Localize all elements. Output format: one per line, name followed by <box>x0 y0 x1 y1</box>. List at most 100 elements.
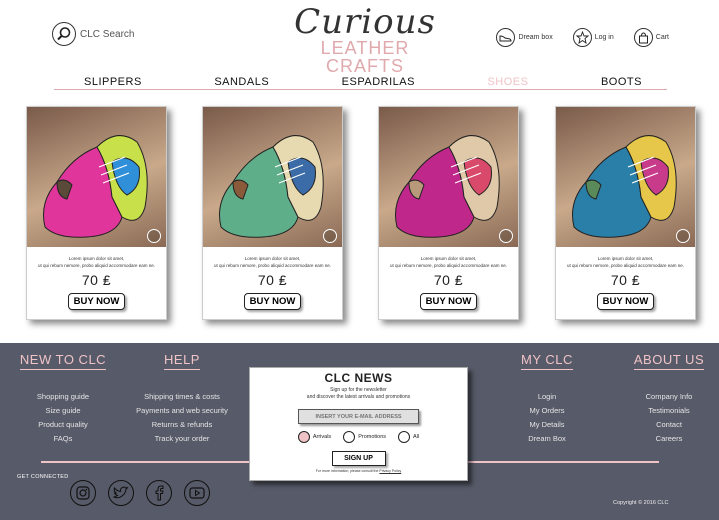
newsletter-options: Arrivals Promotions All <box>250 431 467 443</box>
product-description: Lorem ipsum dolor sit amet, ut qui rebum … <box>379 255 518 269</box>
category-nav: SLIPPERS SANDALS ESPADRILAS SHOES BOOTS <box>54 76 667 90</box>
buy-now-button[interactable]: BUY NOW <box>244 293 301 310</box>
footer-link[interactable]: My Details <box>508 418 586 432</box>
nav-boots[interactable]: BOOTS <box>601 76 642 89</box>
login-button[interactable]: Log in <box>572 28 614 47</box>
footer-links: Shipping times & costs Payments and web … <box>130 390 234 446</box>
cart-button[interactable]: Cart <box>633 28 669 47</box>
nav-slippers[interactable]: SLIPPERS <box>84 76 142 89</box>
star-icon[interactable] <box>572 28 592 47</box>
product-image[interactable] <box>27 107 166 247</box>
option-all[interactable]: All <box>398 431 419 443</box>
footer-link[interactable]: Shopping guide <box>18 390 108 404</box>
privacy-policy-link[interactable]: Privacy Policy <box>379 469 401 473</box>
footer-heading: MY CLC <box>521 352 573 370</box>
footer-link[interactable]: Testimonials <box>628 404 710 418</box>
facebook-icon[interactable] <box>146 480 172 506</box>
footer-link[interactable]: Company Info <box>628 390 710 404</box>
product-image[interactable] <box>203 107 342 247</box>
login-label[interactable]: Log in <box>595 34 614 41</box>
bag-icon[interactable] <box>633 28 653 47</box>
nav-sandals[interactable]: SANDALS <box>214 76 269 89</box>
option-arrivals[interactable]: Arrivals <box>297 431 332 443</box>
shoe-icon[interactable] <box>496 28 516 47</box>
radio-button[interactable] <box>297 431 310 443</box>
search-label[interactable]: CLC Search <box>80 29 134 40</box>
copyright: Copyright © 2016 CLC <box>613 500 669 506</box>
nav-shoes[interactable]: SHOES <box>487 76 528 89</box>
youtube-icon[interactable] <box>184 480 210 506</box>
footer-link[interactable]: Login <box>508 390 586 404</box>
twitter-icon[interactable] <box>108 480 134 506</box>
radio-button[interactable] <box>343 431 356 443</box>
footer-link[interactable]: Payments and web security <box>130 404 234 418</box>
newsletter-panel: CLC NEWS Sign up for the newsletter and … <box>249 367 468 481</box>
footer-link[interactable]: Contact <box>628 418 710 432</box>
footer-link[interactable]: Size guide <box>18 404 108 418</box>
buy-now-button[interactable]: BUY NOW <box>68 293 125 310</box>
footer-link[interactable]: FAQs <box>18 432 108 446</box>
option-label: Arrivals <box>312 434 332 440</box>
social-links <box>70 480 210 506</box>
product-card[interactable]: Lorem ipsum dolor sit amet, ut qui rebum … <box>26 106 167 320</box>
logo[interactable]: Curious LEATHER CRAFTS <box>280 2 450 75</box>
option-promotions[interactable]: Promotions <box>343 431 386 443</box>
instagram-icon[interactable] <box>70 480 96 506</box>
product-description: Lorem ipsum dolor sit amet, ut qui rebum … <box>203 255 342 269</box>
footer-help: HELP Shipping times & costs Payments and… <box>130 351 234 446</box>
shoe-illustration <box>395 135 500 238</box>
footer-links: Company Info Testimonials Contact Career… <box>628 390 710 446</box>
footer-heading: ABOUT US <box>633 352 705 370</box>
product-price: 70 ₤ <box>81 272 112 288</box>
user-tools: Dream box Log in Cart <box>496 28 669 47</box>
buy-now-button[interactable]: BUY NOW <box>420 293 477 310</box>
footer-link[interactable]: Shipping times & costs <box>130 390 234 404</box>
newsletter-subtitle-line: and discover the latest arrivals and pro… <box>306 394 411 400</box>
search-icon[interactable] <box>52 22 76 46</box>
footer-link[interactable]: Product quality <box>18 418 108 432</box>
product-image[interactable] <box>556 107 695 247</box>
logo-script: Curious <box>294 2 436 42</box>
desc-line: ut qui rebum nemore, probo aliquid accom… <box>389 263 508 268</box>
privacy-note: For more information, please consult the… <box>250 469 467 473</box>
product-image[interactable] <box>379 107 518 247</box>
dream-box-shoe-icon[interactable] <box>499 229 513 243</box>
footer-link[interactable]: Dream Box <box>508 432 586 446</box>
footer-heading: HELP <box>164 352 200 370</box>
footer-link[interactable]: My Orders <box>508 404 586 418</box>
footer-about-us: ABOUT US Company Info Testimonials Conta… <box>628 351 710 446</box>
dream-box-label[interactable]: Dream box <box>518 34 552 41</box>
footer-links: Login My Orders My Details Dream Box <box>508 390 586 446</box>
privacy-note-text: For more information, please consult the <box>315 469 380 473</box>
dream-box-shoe-icon[interactable] <box>147 229 161 243</box>
shoe-illustration <box>43 135 148 238</box>
desc-line: Lorem ipsum dolor sit amet, <box>597 256 654 261</box>
newsletter-subtitle: Sign up for the newsletter and discover … <box>250 387 467 401</box>
shoe-illustration <box>219 135 324 238</box>
sign-up-button[interactable]: SIGN UP <box>331 451 386 466</box>
buy-now-button[interactable]: BUY NOW <box>597 293 654 310</box>
dream-box-button[interactable]: Dream box <box>496 28 553 47</box>
email-field[interactable] <box>298 409 419 424</box>
header: CLC Search Curious LEATHER CRAFTS Dream … <box>0 0 719 100</box>
search[interactable]: CLC Search <box>52 22 134 46</box>
product-card[interactable]: Lorem ipsum dolor sit amet, ut qui rebum … <box>378 106 519 320</box>
product-description: Lorem ipsum dolor sit amet, ut qui rebum … <box>27 255 166 269</box>
get-connected-label: GET CONNECTED <box>17 474 69 480</box>
shoe-illustration <box>572 135 677 238</box>
desc-line: ut qui rebum nemore, probo aliquid accom… <box>213 263 332 268</box>
product-price: 70 ₤ <box>257 272 288 288</box>
footer-link[interactable]: Returns & refunds <box>130 418 234 432</box>
product-card[interactable]: Lorem ipsum dolor sit amet, ut qui rebum … <box>202 106 343 320</box>
desc-line: Lorem ipsum dolor sit amet, <box>420 256 477 261</box>
footer-link[interactable]: Careers <box>628 432 710 446</box>
product-card[interactable]: Lorem ipsum dolor sit amet, ut qui rebum … <box>555 106 696 320</box>
logo-subtitle: LEATHER CRAFTS <box>320 38 410 76</box>
product-grid: Lorem ipsum dolor sit amet, ut qui rebum … <box>26 106 698 326</box>
nav-espadrilas[interactable]: ESPADRILAS <box>342 76 415 89</box>
footer-link[interactable]: Track your order <box>130 432 234 446</box>
dream-box-shoe-icon[interactable] <box>676 229 690 243</box>
radio-button[interactable] <box>398 431 411 443</box>
dream-box-shoe-icon[interactable] <box>323 229 337 243</box>
cart-label[interactable]: Cart <box>656 34 669 41</box>
